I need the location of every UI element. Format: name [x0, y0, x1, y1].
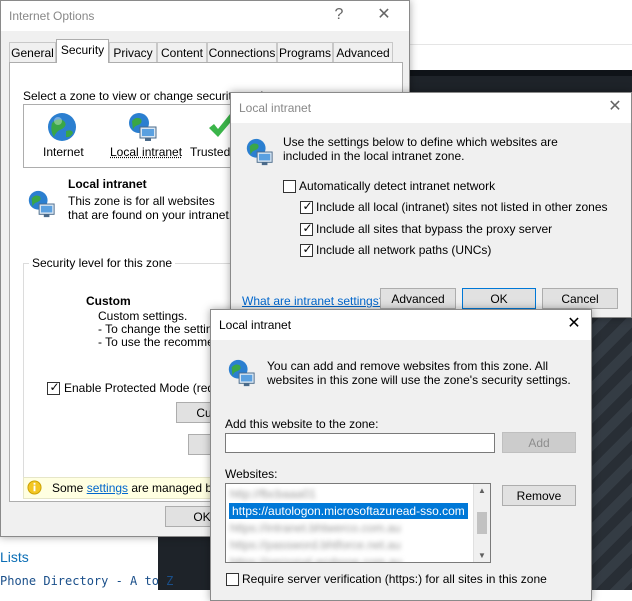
intranet-sites-dialog: Local intranet ✕ You can add and remove …	[210, 309, 592, 601]
intranet-sites-title: Local intranet	[219, 318, 292, 332]
tab-security[interactable]: Security	[56, 39, 109, 63]
intranet-settings-description: Use the settings below to define which w…	[283, 135, 558, 163]
website-list-item[interactable]: https://password.bhtforce.net.au	[230, 537, 401, 553]
intranet-settings-ok-button[interactable]: OK	[462, 288, 536, 309]
tab-advanced[interactable]: Advanced	[333, 42, 393, 62]
managed-notice-prefix: Some	[52, 481, 87, 495]
custom-line-1: Custom settings.	[98, 309, 188, 323]
custom-heading: Custom	[86, 294, 131, 308]
close-icon[interactable]: ✕	[604, 97, 626, 117]
website-list-item[interactable]: http://fbcbaaa01	[230, 486, 316, 502]
websites-listbox[interactable]: http://fbcbaaa01 https://autologon.micro…	[225, 483, 491, 563]
local-intranet-icon	[226, 358, 256, 388]
zone-description: This zone is for all websites that are f…	[68, 194, 233, 222]
intranet-sites-titlebar: Local intranet ✕	[211, 310, 591, 340]
tab-connections[interactable]: Connections	[207, 42, 277, 62]
websites-label: Websites:	[225, 467, 278, 481]
tab-programs[interactable]: Programs	[277, 42, 333, 62]
check-mark: ✓	[302, 221, 313, 235]
intranet-settings-titlebar: Local intranet ✕	[231, 93, 631, 123]
sidebar-link-phone-directory[interactable]: Phone Directory - A to Z	[0, 574, 173, 588]
intranet-settings-dialog: Local intranet ✕ Use the settings below …	[230, 92, 632, 318]
intranet-settings-title: Local intranet	[239, 101, 312, 115]
help-icon[interactable]: ?	[328, 5, 350, 25]
zone-internet[interactable]: Internet	[28, 107, 98, 165]
include-local-sites-label: Include all local (intranet) sites not l…	[316, 200, 608, 214]
local-intranet-icon	[126, 111, 158, 143]
auto-detect-checkbox[interactable]	[283, 180, 296, 193]
check-mark: ✓	[302, 199, 313, 213]
auto-detect-label: Automatically detect intranet network	[299, 179, 496, 193]
close-icon[interactable]: ✕	[373, 5, 395, 25]
zone-internet-label: Internet	[43, 145, 84, 159]
tab-general[interactable]: General	[9, 42, 56, 62]
protected-mode-checkbox[interactable]: ✓	[47, 380, 60, 395]
zone-local-intranet-label: Local intranet	[110, 145, 183, 159]
require-https-label: Require server verification (https:) for…	[242, 572, 547, 586]
website-list-item[interactable]: https://personal.erobooe.com.au	[230, 554, 402, 562]
advanced-button[interactable]: Advanced	[380, 288, 456, 309]
internet-options-titlebar: Internet Options ? ✕	[1, 1, 409, 31]
intranet-settings-help-link[interactable]: What are intranet settings?	[242, 294, 385, 308]
add-website-input[interactable]	[225, 433, 495, 453]
website-list-item[interactable]: https://intranet.bhtwerco.com.au	[230, 520, 401, 536]
include-bypass-proxy-checkbox[interactable]: ✓	[300, 221, 313, 236]
include-unc-paths-checkbox[interactable]: ✓	[300, 242, 313, 257]
local-intranet-icon	[26, 189, 56, 219]
zone-heading: Local intranet	[68, 177, 147, 191]
globe-icon	[46, 111, 78, 143]
protected-mode-check-mark: ✓	[49, 380, 60, 394]
tab-privacy[interactable]: Privacy	[109, 42, 157, 62]
include-bypass-proxy-label: Include all sites that bypass the proxy …	[316, 222, 553, 236]
sidebar-heading[interactable]: Lists	[0, 549, 29, 565]
zone-local-intranet[interactable]: Local intranet	[102, 107, 183, 165]
scroll-down-icon[interactable]: ▼	[474, 551, 490, 560]
check-mark: ✓	[302, 242, 313, 256]
managed-settings-link[interactable]: settings	[87, 481, 128, 495]
intranet-settings-cancel-button[interactable]: Cancel	[542, 288, 618, 309]
tab-content[interactable]: Content	[157, 42, 207, 62]
remove-website-button[interactable]: Remove	[502, 485, 576, 506]
add-website-label: Add this website to the zone:	[225, 417, 379, 431]
website-list-item-selected[interactable]: https://autologon.microsoftazuread-sso.c…	[229, 503, 468, 519]
include-local-sites-checkbox[interactable]: ✓	[300, 199, 313, 214]
local-intranet-icon	[244, 137, 274, 167]
intranet-sites-description: You can add and remove websites from thi…	[267, 359, 571, 387]
close-icon[interactable]: ✕	[563, 314, 585, 334]
websites-scrollbar[interactable]: ▲ ▼	[473, 484, 490, 562]
info-icon	[27, 480, 42, 495]
scroll-thumb[interactable]	[477, 512, 487, 534]
add-website-button[interactable]: Add	[502, 432, 576, 453]
scroll-up-icon[interactable]: ▲	[474, 486, 490, 495]
internet-options-title: Internet Options	[9, 9, 95, 23]
include-unc-paths-label: Include all network paths (UNCs)	[316, 243, 492, 257]
security-level-legend: Security level for this zone	[29, 256, 176, 270]
require-https-checkbox[interactable]	[226, 573, 239, 586]
